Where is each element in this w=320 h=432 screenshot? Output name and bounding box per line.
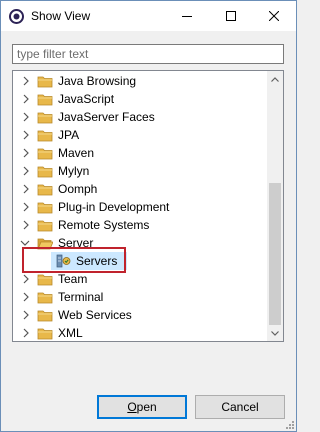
minimize-button[interactable] xyxy=(165,1,209,31)
chevron-right-icon[interactable] xyxy=(21,274,31,284)
tree-item-label: Mylyn xyxy=(58,164,90,178)
chevron-right-icon[interactable] xyxy=(21,94,31,104)
folder-icon xyxy=(37,274,53,286)
folder-icon xyxy=(37,328,53,340)
chevron-right-icon[interactable] xyxy=(21,310,31,320)
tree-item-label: JavaServer Faces xyxy=(58,110,155,124)
chevron-right-icon[interactable] xyxy=(21,76,31,86)
chevron-right-icon[interactable] xyxy=(21,220,31,230)
tree-item-label: Plug-in Development xyxy=(58,200,170,214)
title-bar[interactable]: Show View xyxy=(1,1,296,31)
chevron-right-icon[interactable] xyxy=(21,130,31,140)
close-button[interactable] xyxy=(252,1,296,31)
folder-icon xyxy=(37,148,53,160)
tree-item-label: Oomph xyxy=(58,182,98,196)
folder-icon xyxy=(37,292,53,304)
folder-icon xyxy=(37,166,53,178)
tree-item-label: Remote Systems xyxy=(58,218,150,232)
servers-annotation-box xyxy=(22,247,126,273)
folder-icon xyxy=(37,310,53,322)
eclipse-app-icon xyxy=(9,9,24,24)
folder-icon xyxy=(37,112,53,124)
open-mnemonic: O xyxy=(127,400,137,414)
tree-item-java-browsing[interactable]: Java Browsing xyxy=(13,72,268,90)
tree-item-xml[interactable]: XML xyxy=(13,324,268,341)
tree-item-label: Java Browsing xyxy=(58,74,137,88)
window-title: Show View xyxy=(31,9,91,23)
maximize-icon xyxy=(226,11,236,21)
close-icon xyxy=(269,11,279,21)
chevron-right-icon[interactable] xyxy=(21,148,31,158)
open-button[interactable]: Open xyxy=(97,395,187,419)
chevron-right-icon[interactable] xyxy=(21,328,31,338)
folder-icon xyxy=(37,202,53,214)
folder-icon xyxy=(37,94,53,106)
scroll-up-button[interactable] xyxy=(267,71,283,87)
tree-item-label: Terminal xyxy=(58,290,104,304)
tree-item-label: Maven xyxy=(58,146,95,160)
chevron-right-icon[interactable] xyxy=(21,292,31,302)
scroll-up-arrow-icon xyxy=(271,76,279,82)
tree-item-label: Team xyxy=(58,272,88,286)
chevron-right-icon[interactable] xyxy=(21,166,31,176)
tree-vertical-scrollbar[interactable] xyxy=(267,71,283,341)
view-tree[interactable]: Java Browsing JavaScript JavaServer Face… xyxy=(12,70,284,342)
tree-item-label: Web Services xyxy=(58,308,132,322)
tree-item-maven[interactable]: Maven xyxy=(13,144,268,162)
tree-item-javascript[interactable]: JavaScript xyxy=(13,90,268,108)
tree-item-label: XML xyxy=(58,326,83,340)
filter-input[interactable] xyxy=(12,44,284,64)
tree-item-remote-systems[interactable]: Remote Systems xyxy=(13,216,268,234)
scroll-down-arrow-icon xyxy=(271,330,279,336)
tree-item-terminal[interactable]: Terminal xyxy=(13,288,268,306)
chevron-right-icon[interactable] xyxy=(21,202,31,212)
folder-icon xyxy=(37,76,53,88)
folder-icon xyxy=(37,220,53,232)
tree-item-jpa[interactable]: JPA xyxy=(13,126,268,144)
minimize-icon xyxy=(182,16,192,17)
tree-item-oomph[interactable]: Oomph xyxy=(13,180,268,198)
maximize-button[interactable] xyxy=(209,1,253,31)
chevron-right-icon[interactable] xyxy=(21,184,31,194)
open-label-rest: pen xyxy=(136,400,157,414)
tree-item-label: JavaScript xyxy=(58,92,115,106)
resize-grip-icon[interactable] xyxy=(284,419,294,429)
tree-item-plugin-development[interactable]: Plug-in Development xyxy=(13,198,268,216)
show-view-dialog: Show View Java Browsing JavaScript xyxy=(0,0,297,432)
cancel-button[interactable]: Cancel xyxy=(195,395,285,419)
scroll-thumb[interactable] xyxy=(269,183,281,325)
folder-icon xyxy=(37,130,53,142)
chevron-right-icon[interactable] xyxy=(21,112,31,122)
folder-icon xyxy=(37,184,53,196)
tree-item-web-services[interactable]: Web Services xyxy=(13,306,268,324)
tree-item-mylyn[interactable]: Mylyn xyxy=(13,162,268,180)
tree-item-label: JPA xyxy=(58,128,80,142)
scroll-down-button[interactable] xyxy=(267,325,283,341)
tree-item-javaserver-faces[interactable]: JavaServer Faces xyxy=(13,108,268,126)
